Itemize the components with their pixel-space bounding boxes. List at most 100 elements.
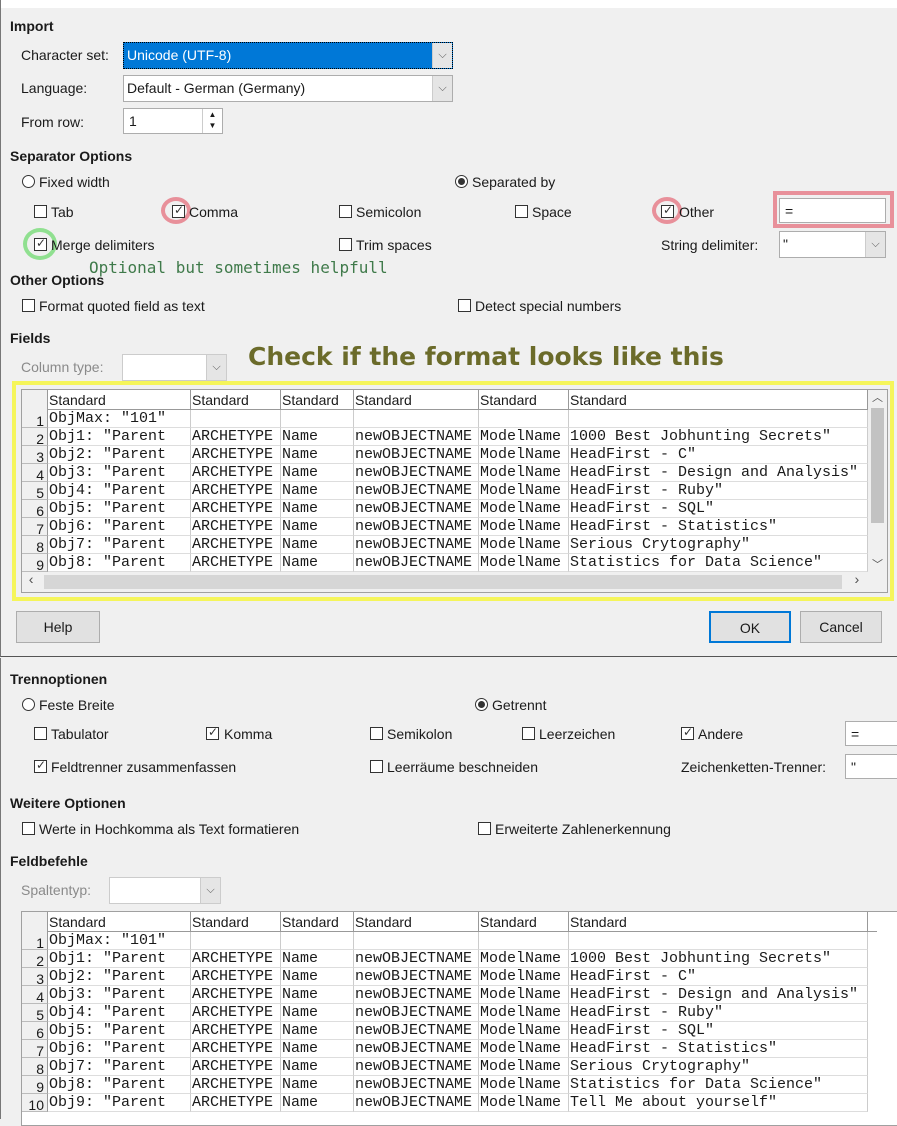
grid-cell[interactable]: ARCHETYPE	[191, 1022, 281, 1040]
grid-cell[interactable]: 1000 Best Jobhunting Secrets"	[569, 950, 868, 968]
vertical-scrollbar[interactable]: ︿ ﹀	[868, 390, 887, 572]
grid-cell[interactable]: Name	[281, 986, 354, 1004]
grid-cell[interactable]: Obj5: "Parent	[48, 1022, 191, 1040]
grid-cell[interactable]: ModelName	[479, 482, 569, 500]
scrollbar-thumb[interactable]	[871, 408, 884, 523]
grid-cell[interactable]: Obj4: "Parent	[48, 482, 191, 500]
column-header[interactable]: Standard	[48, 390, 191, 410]
column-header[interactable]: Standard	[354, 912, 479, 932]
grid-cell[interactable]: Name	[281, 1094, 354, 1112]
grid-cell[interactable]: ARCHETYPE	[191, 500, 281, 518]
row-number[interactable]: 1	[22, 932, 48, 951]
grid-cell[interactable]	[569, 410, 868, 428]
grid-cell[interactable]: Name	[281, 968, 354, 986]
grid-cell[interactable]: Statistics for Data Science"	[569, 554, 868, 572]
space-checkbox-de[interactable]	[522, 727, 535, 740]
fixed-width-radio[interactable]	[22, 175, 35, 188]
comma-checkbox-de[interactable]	[206, 725, 219, 740]
grid-cell[interactable]: Obj6: "Parent	[48, 1040, 191, 1058]
grid-cell[interactable]: ARCHETYPE	[191, 536, 281, 554]
grid-cell[interactable]: Name	[281, 518, 354, 536]
grid-cell[interactable]: ObjMax: "101"	[48, 410, 191, 428]
column-header[interactable]: Standard	[191, 912, 281, 932]
row-number[interactable]: 8	[22, 1058, 48, 1077]
grid-cell[interactable]: newOBJECTNAME	[354, 1004, 479, 1022]
merge-checkbox-de[interactable]	[34, 758, 47, 773]
row-number[interactable]: 5	[22, 482, 48, 501]
semicolon-checkbox-de[interactable]	[370, 727, 383, 740]
grid-cell[interactable]: Name	[281, 464, 354, 482]
grid-cell[interactable]: newOBJECTNAME	[354, 446, 479, 464]
grid-cell[interactable]: Obj3: "Parent	[48, 464, 191, 482]
grid-cell[interactable]: newOBJECTNAME	[354, 464, 479, 482]
column-header[interactable]: Standard	[479, 390, 569, 410]
grid-cell[interactable]: Statistics for Data Science"	[569, 1076, 868, 1094]
language-select[interactable]: Default - German (Germany) ⌵	[123, 75, 453, 102]
grid-cell[interactable]: ModelName	[479, 968, 569, 986]
tab-checkbox[interactable]	[34, 205, 47, 218]
grid-cell[interactable]	[281, 410, 354, 428]
grid-cell[interactable]: Name	[281, 500, 354, 518]
quoted-checkbox-de[interactable]	[22, 822, 35, 835]
chevron-down-icon[interactable]: ⌵	[865, 232, 885, 257]
column-type-select[interactable]: ⌵	[122, 354, 227, 381]
grid-cell[interactable]: ARCHETYPE	[191, 446, 281, 464]
grid-cell[interactable]: Name	[281, 1004, 354, 1022]
help-button[interactable]: Help	[16, 611, 100, 643]
chevron-down-icon[interactable]: ⌵	[206, 355, 226, 380]
grid-cell[interactable]: HeadFirst - SQL"	[569, 1022, 868, 1040]
grid-cell[interactable]: ARCHETYPE	[191, 986, 281, 1004]
fixed-width-radio-de[interactable]	[22, 698, 35, 711]
chevron-down-icon[interactable]: ⌵	[200, 878, 220, 903]
semicolon-checkbox[interactable]	[339, 205, 352, 218]
grid-cell[interactable]: ARCHETYPE	[191, 968, 281, 986]
grid-cell[interactable]: Obj9: "Parent	[48, 1094, 191, 1112]
grid-cell[interactable]: Name	[281, 554, 354, 572]
grid-cell[interactable]: HeadFirst - SQL"	[569, 500, 868, 518]
separated-radio-de[interactable]	[475, 698, 488, 711]
grid-cell[interactable]: Name	[281, 446, 354, 464]
grid-cell[interactable]: Tell Me about yourself"	[569, 1094, 868, 1112]
row-number[interactable]: 2	[22, 428, 48, 447]
grid-cell[interactable]: ARCHETYPE	[191, 428, 281, 446]
detect-special-numbers-checkbox[interactable]	[458, 299, 471, 312]
grid-cell[interactable]: Obj6: "Parent	[48, 518, 191, 536]
grid-cell[interactable]: ARCHETYPE	[191, 482, 281, 500]
grid-cell[interactable]: newOBJECTNAME	[354, 950, 479, 968]
merge-delimiters-checkbox[interactable]	[34, 236, 47, 251]
grid-cell[interactable]: HeadFirst - C"	[569, 968, 868, 986]
grid-cell[interactable]: newOBJECTNAME	[354, 1022, 479, 1040]
tab-checkbox-de[interactable]	[34, 727, 47, 740]
grid-cell[interactable]: Name	[281, 1058, 354, 1076]
comma-checkbox[interactable]	[172, 203, 185, 218]
grid-cell[interactable]: Name	[281, 428, 354, 446]
scroll-right-icon[interactable]: ›	[853, 573, 861, 589]
grid-cell[interactable]	[354, 410, 479, 428]
grid-cell[interactable]: ModelName	[479, 1094, 569, 1112]
grid-cell[interactable]: HeadFirst - C"	[569, 446, 868, 464]
ok-button[interactable]: OK	[709, 611, 791, 643]
grid-cell[interactable]: newOBJECTNAME	[354, 1058, 479, 1076]
grid-cell[interactable]: Name	[281, 536, 354, 554]
row-number[interactable]: 3	[22, 968, 48, 987]
grid-cell[interactable]: 1000 Best Jobhunting Secrets"	[569, 428, 868, 446]
grid-cell[interactable]: ModelName	[479, 1076, 569, 1094]
grid-cell[interactable]: Obj8: "Parent	[48, 1076, 191, 1094]
string-delimiter-select[interactable]: " ⌵	[779, 231, 886, 258]
grid-cell[interactable]: Serious Crytography"	[569, 1058, 868, 1076]
grid-cell[interactable]: newOBJECTNAME	[354, 1094, 479, 1112]
grid-cell[interactable]: Obj7: "Parent	[48, 1058, 191, 1076]
grid-cell[interactable]: ModelName	[479, 554, 569, 572]
grid-cell[interactable]: Obj3: "Parent	[48, 986, 191, 1004]
grid-cell[interactable]: ModelName	[479, 518, 569, 536]
grid-cell[interactable]: HeadFirst - Ruby"	[569, 482, 868, 500]
grid-cell[interactable]	[191, 932, 281, 950]
column-header[interactable]: Standard	[479, 912, 569, 932]
grid-cell[interactable]: ARCHETYPE	[191, 1076, 281, 1094]
column-header[interactable]: Standard	[354, 390, 479, 410]
chevron-down-icon[interactable]: ⌵	[432, 43, 452, 68]
other-checkbox-de[interactable]	[681, 725, 694, 740]
grid-cell[interactable]: HeadFirst - Design and Analysis"	[569, 464, 868, 482]
grid-cell[interactable]: ARCHETYPE	[191, 1040, 281, 1058]
grid-cell[interactable]	[479, 932, 569, 950]
